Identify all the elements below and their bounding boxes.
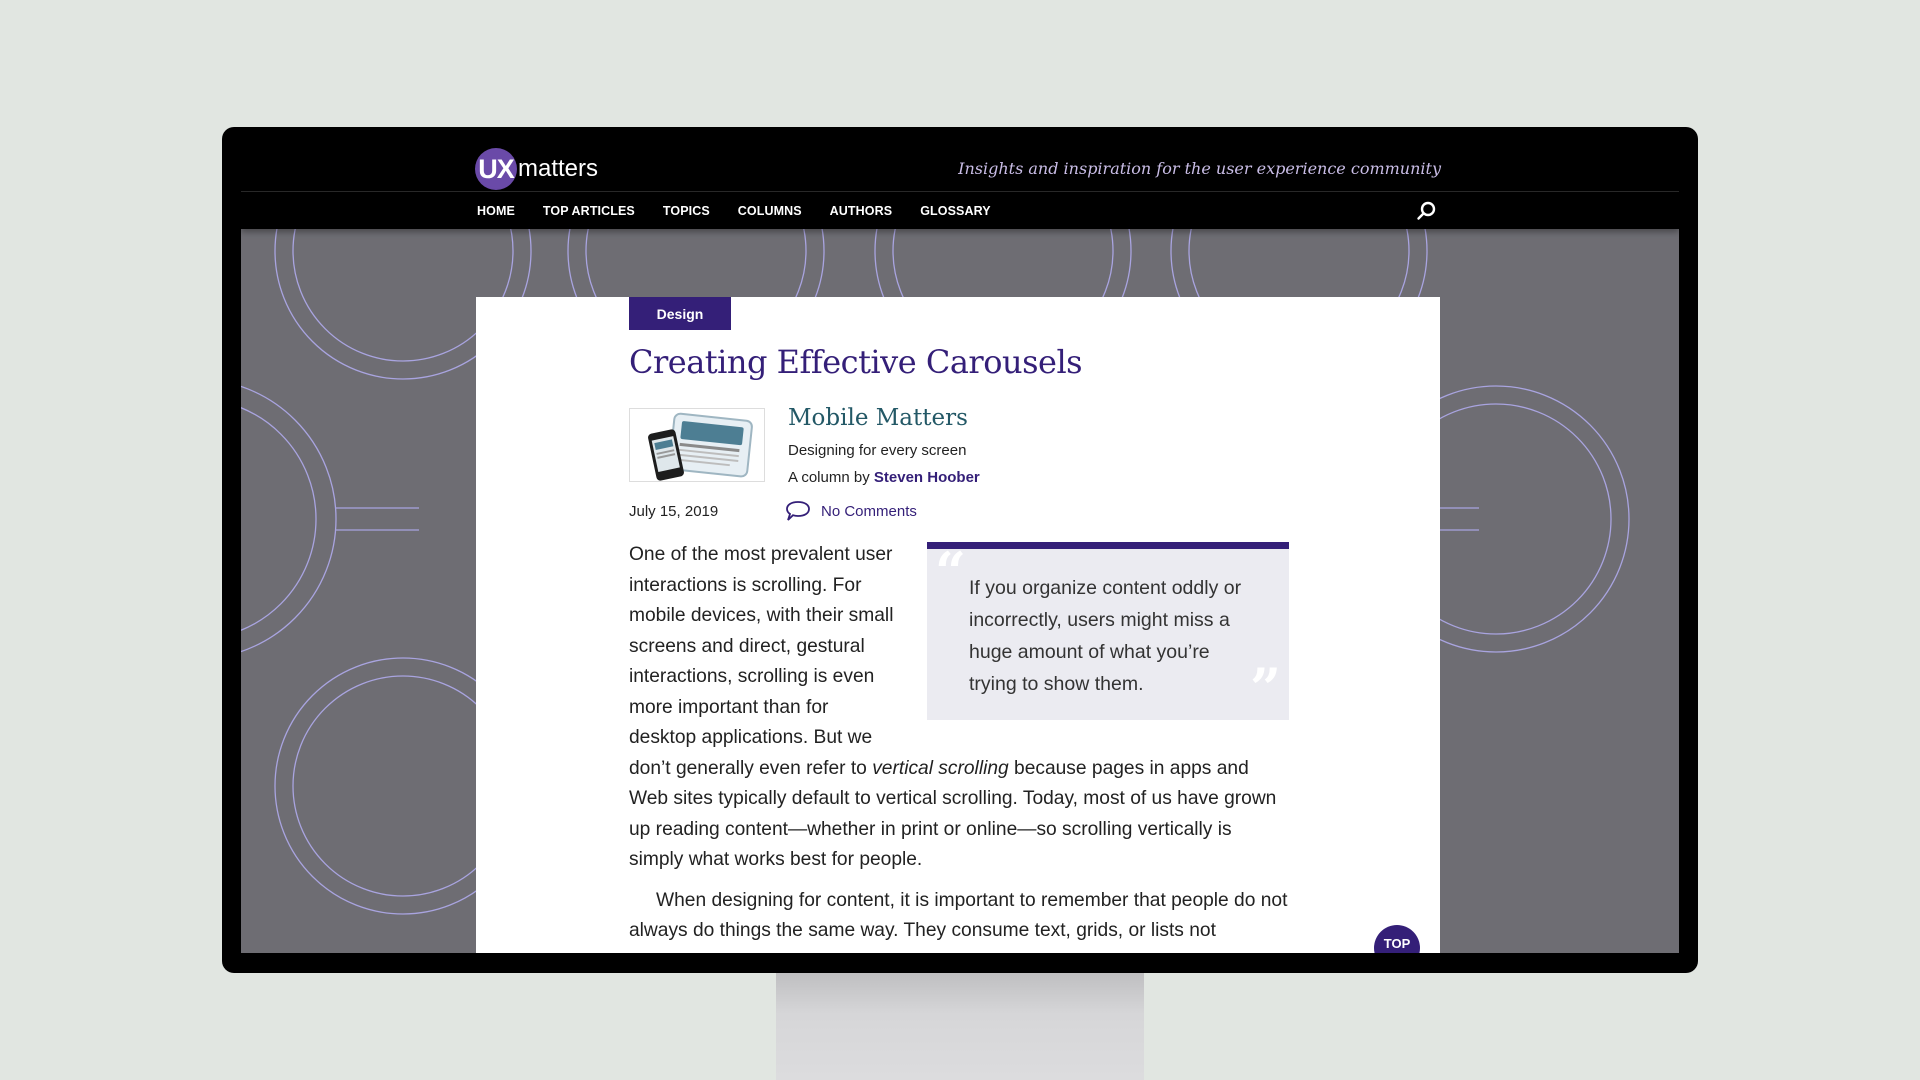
paragraph-1-emphasis: vertical scrolling	[872, 757, 1009, 779]
logo-text: matters	[518, 155, 599, 182]
article-card: Design Creating Effective Carousels Mobi…	[476, 297, 1440, 953]
category-tag[interactable]: Design	[629, 297, 731, 330]
logo-badge: UX	[475, 148, 517, 190]
site-logo[interactable]: UX matters	[475, 147, 598, 191]
comments-count[interactable]: No Comments	[821, 503, 917, 520]
pull-quote-text: If you organize content oddly or incorre…	[969, 577, 1242, 695]
site-header: UX matters Insights and inspiration for …	[241, 146, 1679, 192]
column-subtitle: Designing for every screen	[788, 442, 967, 459]
nav-item-glossary[interactable]: GLOSSARY	[920, 204, 990, 218]
nav-item-columns[interactable]: COLUMNS	[738, 204, 802, 218]
monitor-stand	[776, 970, 1144, 1080]
site-tagline: Insights and inspiration for the user ex…	[958, 159, 1441, 178]
nav-item-authors[interactable]: AUTHORS	[830, 204, 893, 218]
column-byline: A column by Steven Hoober	[788, 469, 980, 486]
publish-date: July 15, 2019	[629, 503, 719, 520]
byline-prefix: A column by	[788, 469, 874, 486]
author-link[interactable]: Steven Hoober	[874, 469, 980, 486]
column-thumbnail[interactable]	[629, 408, 765, 482]
speech-bubble-icon	[786, 501, 810, 521]
open-quote-icon: “	[935, 540, 967, 604]
devices-illustration-icon	[648, 412, 753, 481]
paragraph-2: When designing for content, it is import…	[629, 889, 1288, 942]
search-icon[interactable]	[1415, 200, 1437, 222]
nav-item-top-articles[interactable]: TOP ARTICLES	[543, 204, 635, 218]
close-quote-icon: ”	[1249, 656, 1281, 720]
main-nav: HOME TOP ARTICLES TOPICS COLUMNS AUTHORS…	[241, 192, 1679, 229]
browser-viewport: UX matters Insights and inspiration for …	[241, 146, 1679, 953]
article-title: Creating Effective Carousels	[629, 343, 1083, 381]
comments-link[interactable]: No Comments	[785, 500, 917, 522]
nav-item-home[interactable]: HOME	[477, 204, 515, 218]
paragraph-1-text: One of the most prevalent user interacti…	[629, 544, 894, 779]
article-body: “ If you organize content oddly or incor…	[629, 540, 1289, 953]
column-name[interactable]: Mobile Matters	[788, 405, 968, 431]
nav-item-topics[interactable]: TOPICS	[663, 204, 710, 218]
pull-quote: “ If you organize content oddly or incor…	[927, 542, 1289, 720]
